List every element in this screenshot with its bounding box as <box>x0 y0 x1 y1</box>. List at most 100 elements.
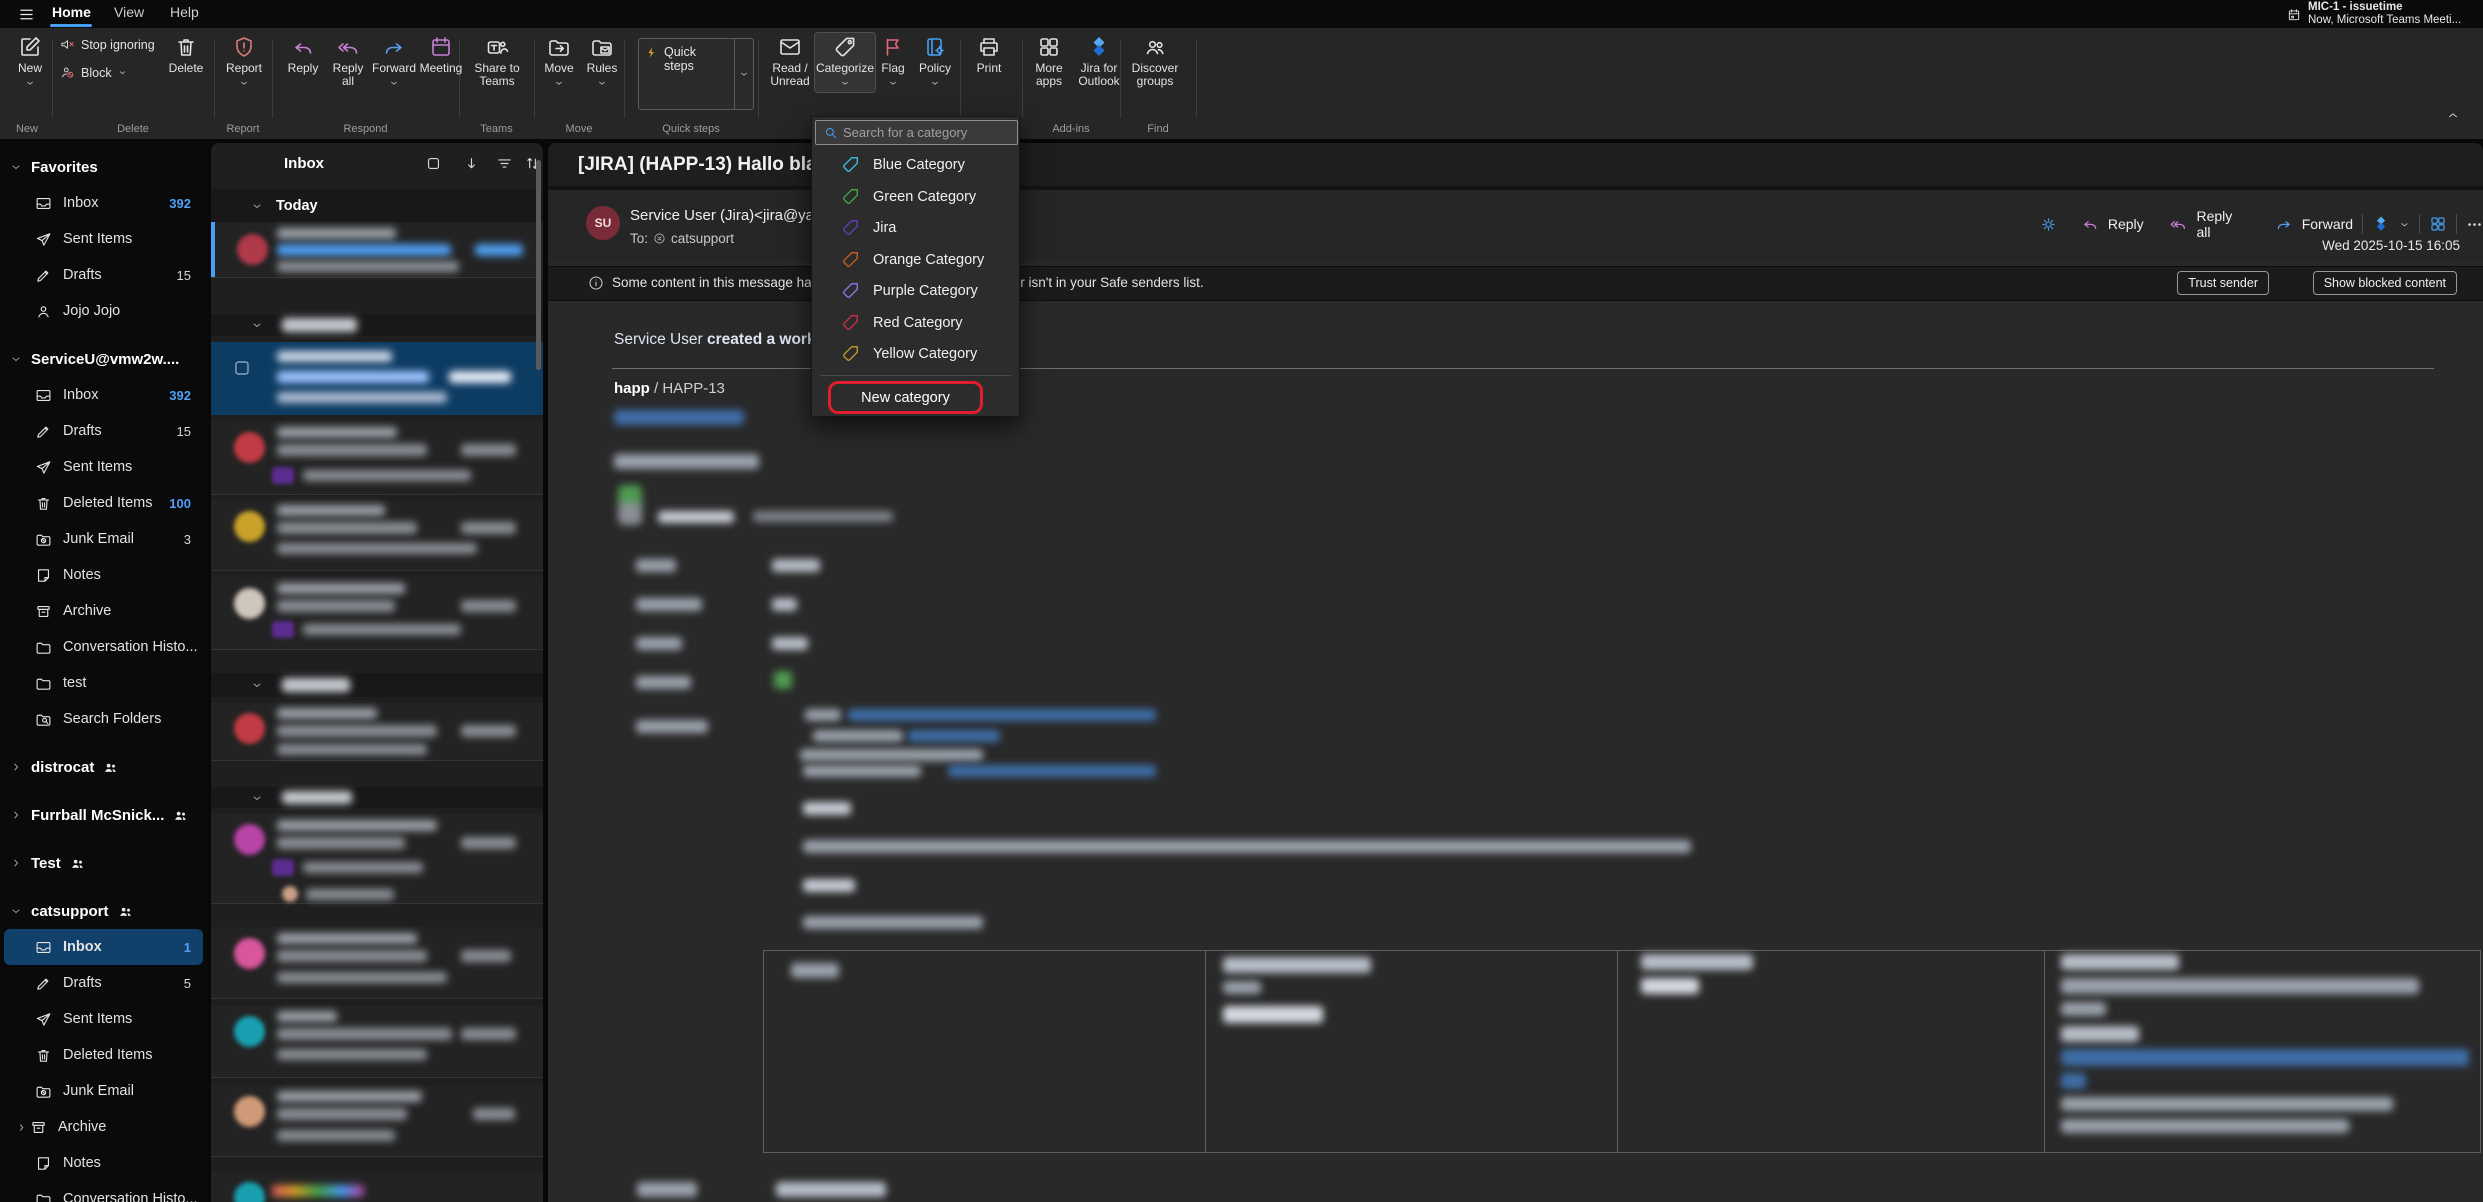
recipient-name[interactable]: catsupport <box>671 231 734 246</box>
sidebar-item-inbox[interactable]: Inbox392 <box>4 377 203 413</box>
sidebar-item-notes[interactable]: Notes <box>4 1145 203 1181</box>
group-header-redacted[interactable] <box>211 787 543 808</box>
move-button[interactable]: Move <box>538 35 580 88</box>
discover-groups-button[interactable]: Discover groups <box>1126 35 1184 88</box>
chevron-down-icon[interactable] <box>2399 219 2410 230</box>
more-apps-button[interactable]: More apps <box>1026 35 1072 88</box>
jira-icon[interactable] <box>2372 215 2390 233</box>
menu-item-purple-category[interactable]: Purple Category <box>812 275 1019 306</box>
apps-grid-icon[interactable] <box>2429 215 2447 233</box>
sidebar-item-junk-email[interactable]: Junk Email3 <box>4 521 203 557</box>
sidebar-item-archive[interactable]: Archive <box>4 593 203 629</box>
menu-item-blue-category[interactable]: Blue Category <box>812 149 1019 180</box>
checkbox-icon[interactable] <box>233 359 251 377</box>
sidebar-item-jojo-jojo[interactable]: Jojo Jojo <box>4 293 203 329</box>
menu-item-red-category[interactable]: Red Category <box>812 307 1019 338</box>
tab-view[interactable]: View <box>114 4 144 20</box>
forward-icon[interactable] <box>2275 215 2293 233</box>
group-header-redacted[interactable] <box>211 673 543 697</box>
meeting-reminder-notification[interactable]: MIC-1 - issuetime Now, Microsoft Teams M… <box>2287 1 2461 27</box>
sender-name[interactable]: Service User (Jira)<jira@yaso <box>630 207 830 224</box>
sidebar-item-deleted-items[interactable]: Deleted Items100 <box>4 485 203 521</box>
mail-list-item[interactable] <box>211 577 543 650</box>
sun-icon[interactable] <box>2040 216 2057 233</box>
mail-list-item[interactable] <box>211 1006 543 1078</box>
account-header[interactable]: ServiceU@vmw2w.... <box>0 341 207 377</box>
sender-avatar[interactable]: SU <box>586 206 620 240</box>
report-button[interactable]: Report <box>220 35 268 88</box>
menu-item-green-category[interactable]: Green Category <box>812 181 1019 212</box>
sidebar-item-drafts[interactable]: Drafts15 <box>4 257 203 293</box>
more-options-icon[interactable] <box>2466 216 2483 233</box>
hamburger-menu-icon[interactable] <box>18 6 35 23</box>
group-header-catsupport[interactable]: catsupport <box>0 893 207 929</box>
mail-list-item[interactable] <box>211 927 543 999</box>
sidebar-item-drafts[interactable]: Drafts15 <box>4 413 203 449</box>
share-to-teams-button[interactable]: Share to Teams <box>464 35 530 88</box>
redacted-link[interactable] <box>614 410 744 425</box>
sidebar-item-inbox-selected[interactable]: Inbox1 <box>4 929 203 965</box>
meeting-button[interactable]: Meeting <box>417 35 465 75</box>
tab-help[interactable]: Help <box>170 4 199 20</box>
collapse-ribbon-icon[interactable] <box>2446 108 2460 122</box>
trust-sender-button[interactable]: Trust sender <box>2177 271 2269 295</box>
sidebar-item-sent-items[interactable]: Sent Items <box>4 1001 203 1037</box>
quick-steps-gallery[interactable]: Quick steps <box>638 38 754 110</box>
sidebar-item-test[interactable]: test <box>4 665 203 701</box>
menu-item-yellow-category[interactable]: Yellow Category <box>812 338 1019 369</box>
stop-ignoring-button[interactable]: Stop ignoring <box>60 37 155 52</box>
list-scrollbar[interactable] <box>536 160 541 370</box>
select-messages-icon[interactable] <box>425 155 442 172</box>
jira-for-outlook-button[interactable]: Jira for Outlook <box>1072 35 1126 88</box>
mail-list-item[interactable] <box>211 421 543 495</box>
reply-button[interactable]: Reply <box>2108 216 2144 232</box>
menu-item-jira[interactable]: Jira <box>812 212 1019 243</box>
sidebar-item-archive[interactable]: Archive <box>4 1109 203 1145</box>
rules-button[interactable]: Rules <box>582 35 622 88</box>
sidebar-item-deleted-items[interactable]: Deleted Items <box>4 1037 203 1073</box>
filter-icon[interactable] <box>496 155 513 172</box>
redacted-link[interactable] <box>908 730 1000 742</box>
favorites-header[interactable]: Favorites <box>0 149 207 185</box>
read-unread-button[interactable]: Read / Unread <box>764 35 816 88</box>
group-header-distrocat[interactable]: distrocat <box>0 749 207 785</box>
group-header-redacted[interactable] <box>211 314 543 336</box>
reply-all-icon[interactable] <box>2169 215 2187 233</box>
delete-button[interactable]: Delete <box>162 35 210 75</box>
group-header-furrball[interactable]: Furrball McSnick... <box>0 797 207 833</box>
mail-list-item[interactable] <box>211 500 543 571</box>
sidebar-item-inbox[interactable]: Inbox392 <box>4 185 203 221</box>
category-search[interactable] <box>815 120 1018 145</box>
redacted-cell-link[interactable] <box>2061 1073 2086 1089</box>
sidebar-item-junk-email[interactable]: Junk Email <box>4 1073 203 1109</box>
category-search-input[interactable] <box>815 120 1018 145</box>
tab-home[interactable]: Home <box>52 4 91 20</box>
flag-button[interactable]: Flag <box>874 35 912 88</box>
sidebar-item-sent-items[interactable]: Sent Items <box>4 449 203 485</box>
sort-direction-icon[interactable] <box>463 155 480 172</box>
reply-all-button[interactable]: Reply all <box>325 35 371 88</box>
policy-button[interactable]: Policy <box>912 35 958 88</box>
mail-list-item[interactable] <box>211 1085 543 1157</box>
forward-button[interactable]: Forward <box>371 35 417 88</box>
sidebar-item-conversation-history[interactable]: Conversation Histo... <box>4 629 203 665</box>
forward-button[interactable]: Forward <box>2302 216 2353 232</box>
sidebar-item-sent-items[interactable]: Sent Items <box>4 221 203 257</box>
redacted-link[interactable] <box>948 765 1156 777</box>
sidebar-item-notes[interactable]: Notes <box>4 557 203 593</box>
redacted-link[interactable] <box>848 709 1156 721</box>
group-header-today[interactable]: Today <box>211 189 543 222</box>
sidebar-item-search-folders[interactable]: Search Folders <box>4 701 203 737</box>
quick-steps-dropdown[interactable] <box>734 39 753 109</box>
new-button[interactable]: New <box>8 35 52 88</box>
show-blocked-content-button[interactable]: Show blocked content <box>2313 271 2457 295</box>
reply-button[interactable]: Reply <box>281 35 325 75</box>
print-button[interactable]: Print <box>966 35 1012 75</box>
redacted-cell-link[interactable] <box>2061 1049 2469 1066</box>
mail-list-item-selected[interactable] <box>211 342 543 415</box>
categorize-button[interactable]: Categorize <box>814 32 876 93</box>
reply-all-button[interactable]: Reply all <box>2196 208 2248 240</box>
mail-list-item-partial[interactable] <box>211 1172 543 1202</box>
sidebar-item-conversation-history[interactable]: Conversation Histo... <box>4 1181 203 1202</box>
menu-item-new-category[interactable]: New category <box>861 390 950 406</box>
